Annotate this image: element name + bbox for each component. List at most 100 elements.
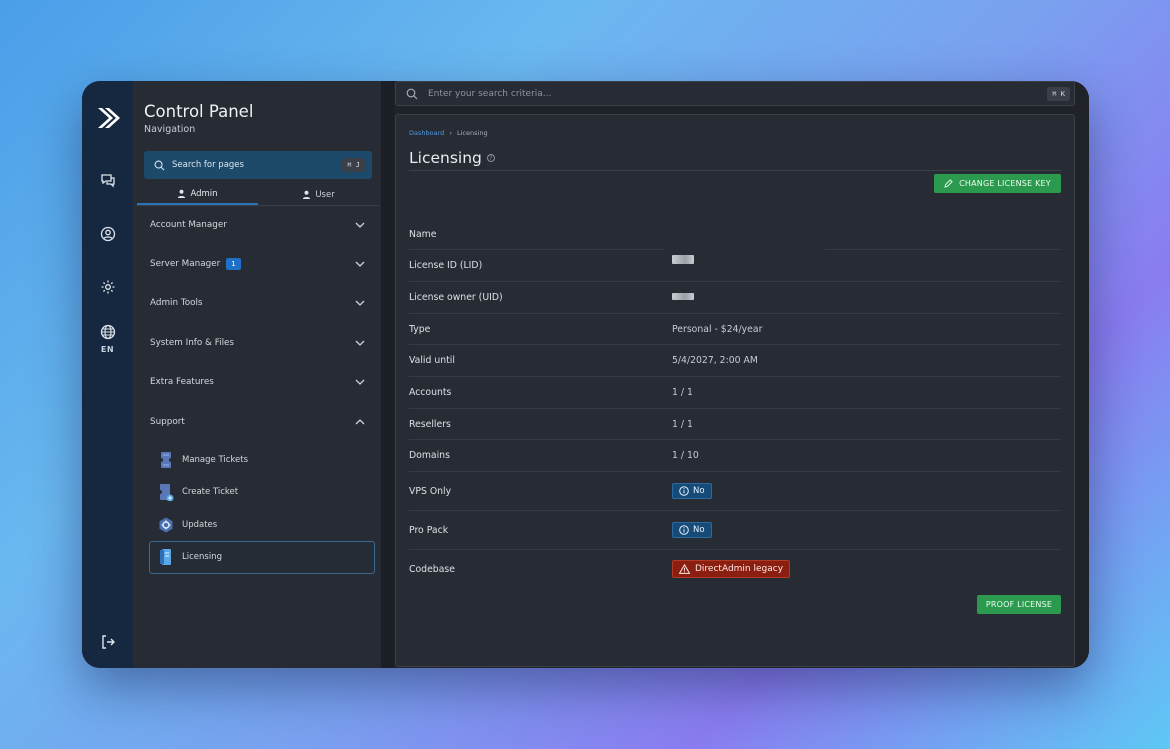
language-label[interactable]: EN xyxy=(101,345,114,354)
detail-row-resellers: Resellers 1 / 1 xyxy=(409,409,1061,440)
tab-user-label: User xyxy=(315,189,335,200)
page-title: Licensing xyxy=(409,149,482,167)
tab-user[interactable]: User xyxy=(258,184,379,205)
menu-item-extra-features[interactable]: Extra Features xyxy=(137,363,377,402)
chevron-down-icon xyxy=(355,261,365,267)
submenu-label: Licensing xyxy=(182,552,222,563)
breadcrumb: Dashboard › Licensing xyxy=(409,129,488,137)
logout-icon[interactable] xyxy=(99,633,117,651)
detail-row-uid: License owner (UID) xyxy=(409,282,1061,314)
proof-license-label: PROOF LICENSE xyxy=(985,600,1053,609)
change-license-key-label: CHANGE LICENSE KEY xyxy=(959,179,1051,188)
menu-item-server-manager[interactable]: Server Manager 1 xyxy=(137,244,377,283)
submenu-label: Create Ticket xyxy=(182,487,239,498)
main-content: Enter your search criteria... ⌘ K Dashbo… xyxy=(394,81,1089,668)
detail-row-pro-pack: Pro Pack No xyxy=(409,511,1061,550)
detail-row-type: Type Personal - $24/year xyxy=(409,314,1061,345)
licensing-card: Dashboard › Licensing Licensing ? CHANGE… xyxy=(395,114,1075,667)
pro-pack-badge: No xyxy=(672,522,712,538)
license-icon xyxy=(158,548,174,566)
update-gear-icon xyxy=(158,516,174,534)
tab-admin-label: Admin xyxy=(190,188,218,199)
page-title-wrap: Licensing ? xyxy=(409,149,495,167)
detail-value xyxy=(672,255,1061,271)
change-license-key-button[interactable]: CHANGE LICENSE KEY xyxy=(934,174,1061,193)
detail-value-wrap: No xyxy=(672,522,1061,538)
breadcrumb-dashboard[interactable]: Dashboard xyxy=(409,129,444,137)
badge-text: No xyxy=(693,525,705,535)
detail-value: Personal - $24/year xyxy=(672,323,763,335)
name-underline xyxy=(409,249,665,250)
detail-row-lid: License ID (LID) xyxy=(409,250,1061,282)
detail-key: VPS Only xyxy=(409,485,452,497)
global-search-input[interactable]: Enter your search criteria... ⌘ K xyxy=(395,81,1075,106)
title-divider xyxy=(409,170,1061,171)
chevron-down-icon xyxy=(355,340,365,346)
badge-text: No xyxy=(693,486,705,496)
panel-divider xyxy=(381,81,394,668)
globe-icon[interactable] xyxy=(99,323,117,341)
search-placeholder: Search for pages xyxy=(172,160,244,170)
detail-value: 1 / 1 xyxy=(672,387,693,398)
role-tabs: Admin User xyxy=(137,184,379,206)
nav-menu: Account Manager Server Manager 1 Admin To… xyxy=(137,205,377,574)
gear-icon[interactable] xyxy=(99,278,117,296)
detail-value-wrap: DirectAdmin legacy xyxy=(672,560,1061,578)
global-search-placeholder: Enter your search criteria... xyxy=(428,88,552,99)
menu-item-label: Extra Features xyxy=(150,377,214,388)
detail-key: Pro Pack xyxy=(409,524,449,536)
submenu-updates[interactable]: Updates xyxy=(137,509,377,542)
menu-item-account-manager[interactable]: Account Manager xyxy=(137,205,377,244)
detail-value: 1 / 1 xyxy=(672,418,693,430)
pencil-icon xyxy=(944,179,953,188)
breadcrumb-current: Licensing xyxy=(457,129,488,137)
submenu-manage-tickets[interactable]: Manage Tickets xyxy=(137,443,377,476)
chevron-up-icon xyxy=(355,418,365,425)
help-icon[interactable]: ? xyxy=(486,154,495,162)
global-search-shortcut: ⌘ K xyxy=(1047,86,1070,101)
ticket-icon xyxy=(158,451,174,469)
chat-icon[interactable] xyxy=(99,171,117,189)
vps-only-badge: No xyxy=(672,483,712,499)
detail-value: 1 / 10 xyxy=(672,450,699,461)
user-circle-icon[interactable] xyxy=(99,225,117,243)
menu-item-label: Server Manager xyxy=(150,259,221,270)
logo-icon[interactable] xyxy=(96,105,120,131)
detail-key: Accounts xyxy=(409,387,452,398)
user-icon xyxy=(303,190,311,199)
detail-key: Codebase xyxy=(409,563,455,575)
detail-row-vps-only: VPS Only No xyxy=(409,472,1061,511)
menu-item-system-info[interactable]: System Info & Files xyxy=(137,323,377,362)
chevron-down-icon xyxy=(355,301,365,307)
license-details: Name License ID (LID) License owner (UID… xyxy=(409,219,1061,588)
detail-row-name: Name xyxy=(409,219,1061,250)
submenu-licensing[interactable]: Licensing xyxy=(149,541,375,574)
proof-license-button[interactable]: PROOF LICENSE xyxy=(977,595,1061,614)
detail-row-domains: Domains 1 / 10 xyxy=(409,440,1061,472)
menu-item-admin-tools[interactable]: Admin Tools xyxy=(137,284,377,323)
codebase-badge: DirectAdmin legacy xyxy=(672,560,791,578)
chevron-down-icon xyxy=(355,222,365,228)
detail-key: Resellers xyxy=(409,418,451,430)
tab-admin[interactable]: Admin xyxy=(137,184,258,205)
page-search-input[interactable]: Search for pages ⌘ J xyxy=(144,151,372,179)
detail-value xyxy=(672,292,1061,303)
search-shortcut: ⌘ J xyxy=(342,158,365,172)
warning-icon xyxy=(679,564,690,574)
submenu-label: Updates xyxy=(182,519,218,530)
ticket-add-icon xyxy=(158,483,174,502)
icon-rail: EN xyxy=(82,81,133,668)
panel-subtitle: Navigation xyxy=(144,124,196,135)
submenu-create-ticket[interactable]: Create Ticket xyxy=(137,476,377,509)
redacted-value xyxy=(672,255,694,264)
redacted-value xyxy=(672,293,694,300)
menu-item-label: System Info & Files xyxy=(150,337,235,348)
detail-row-codebase: Codebase DirectAdmin legacy xyxy=(409,550,1061,588)
info-icon xyxy=(679,525,689,535)
detail-key: Valid until xyxy=(409,355,455,366)
breadcrumb-separator: › xyxy=(449,129,452,137)
chevron-down-icon xyxy=(355,379,365,386)
detail-key: Domains xyxy=(409,450,450,461)
detail-row-accounts: Accounts 1 / 1 xyxy=(409,377,1061,409)
menu-item-support[interactable]: Support xyxy=(137,402,377,441)
